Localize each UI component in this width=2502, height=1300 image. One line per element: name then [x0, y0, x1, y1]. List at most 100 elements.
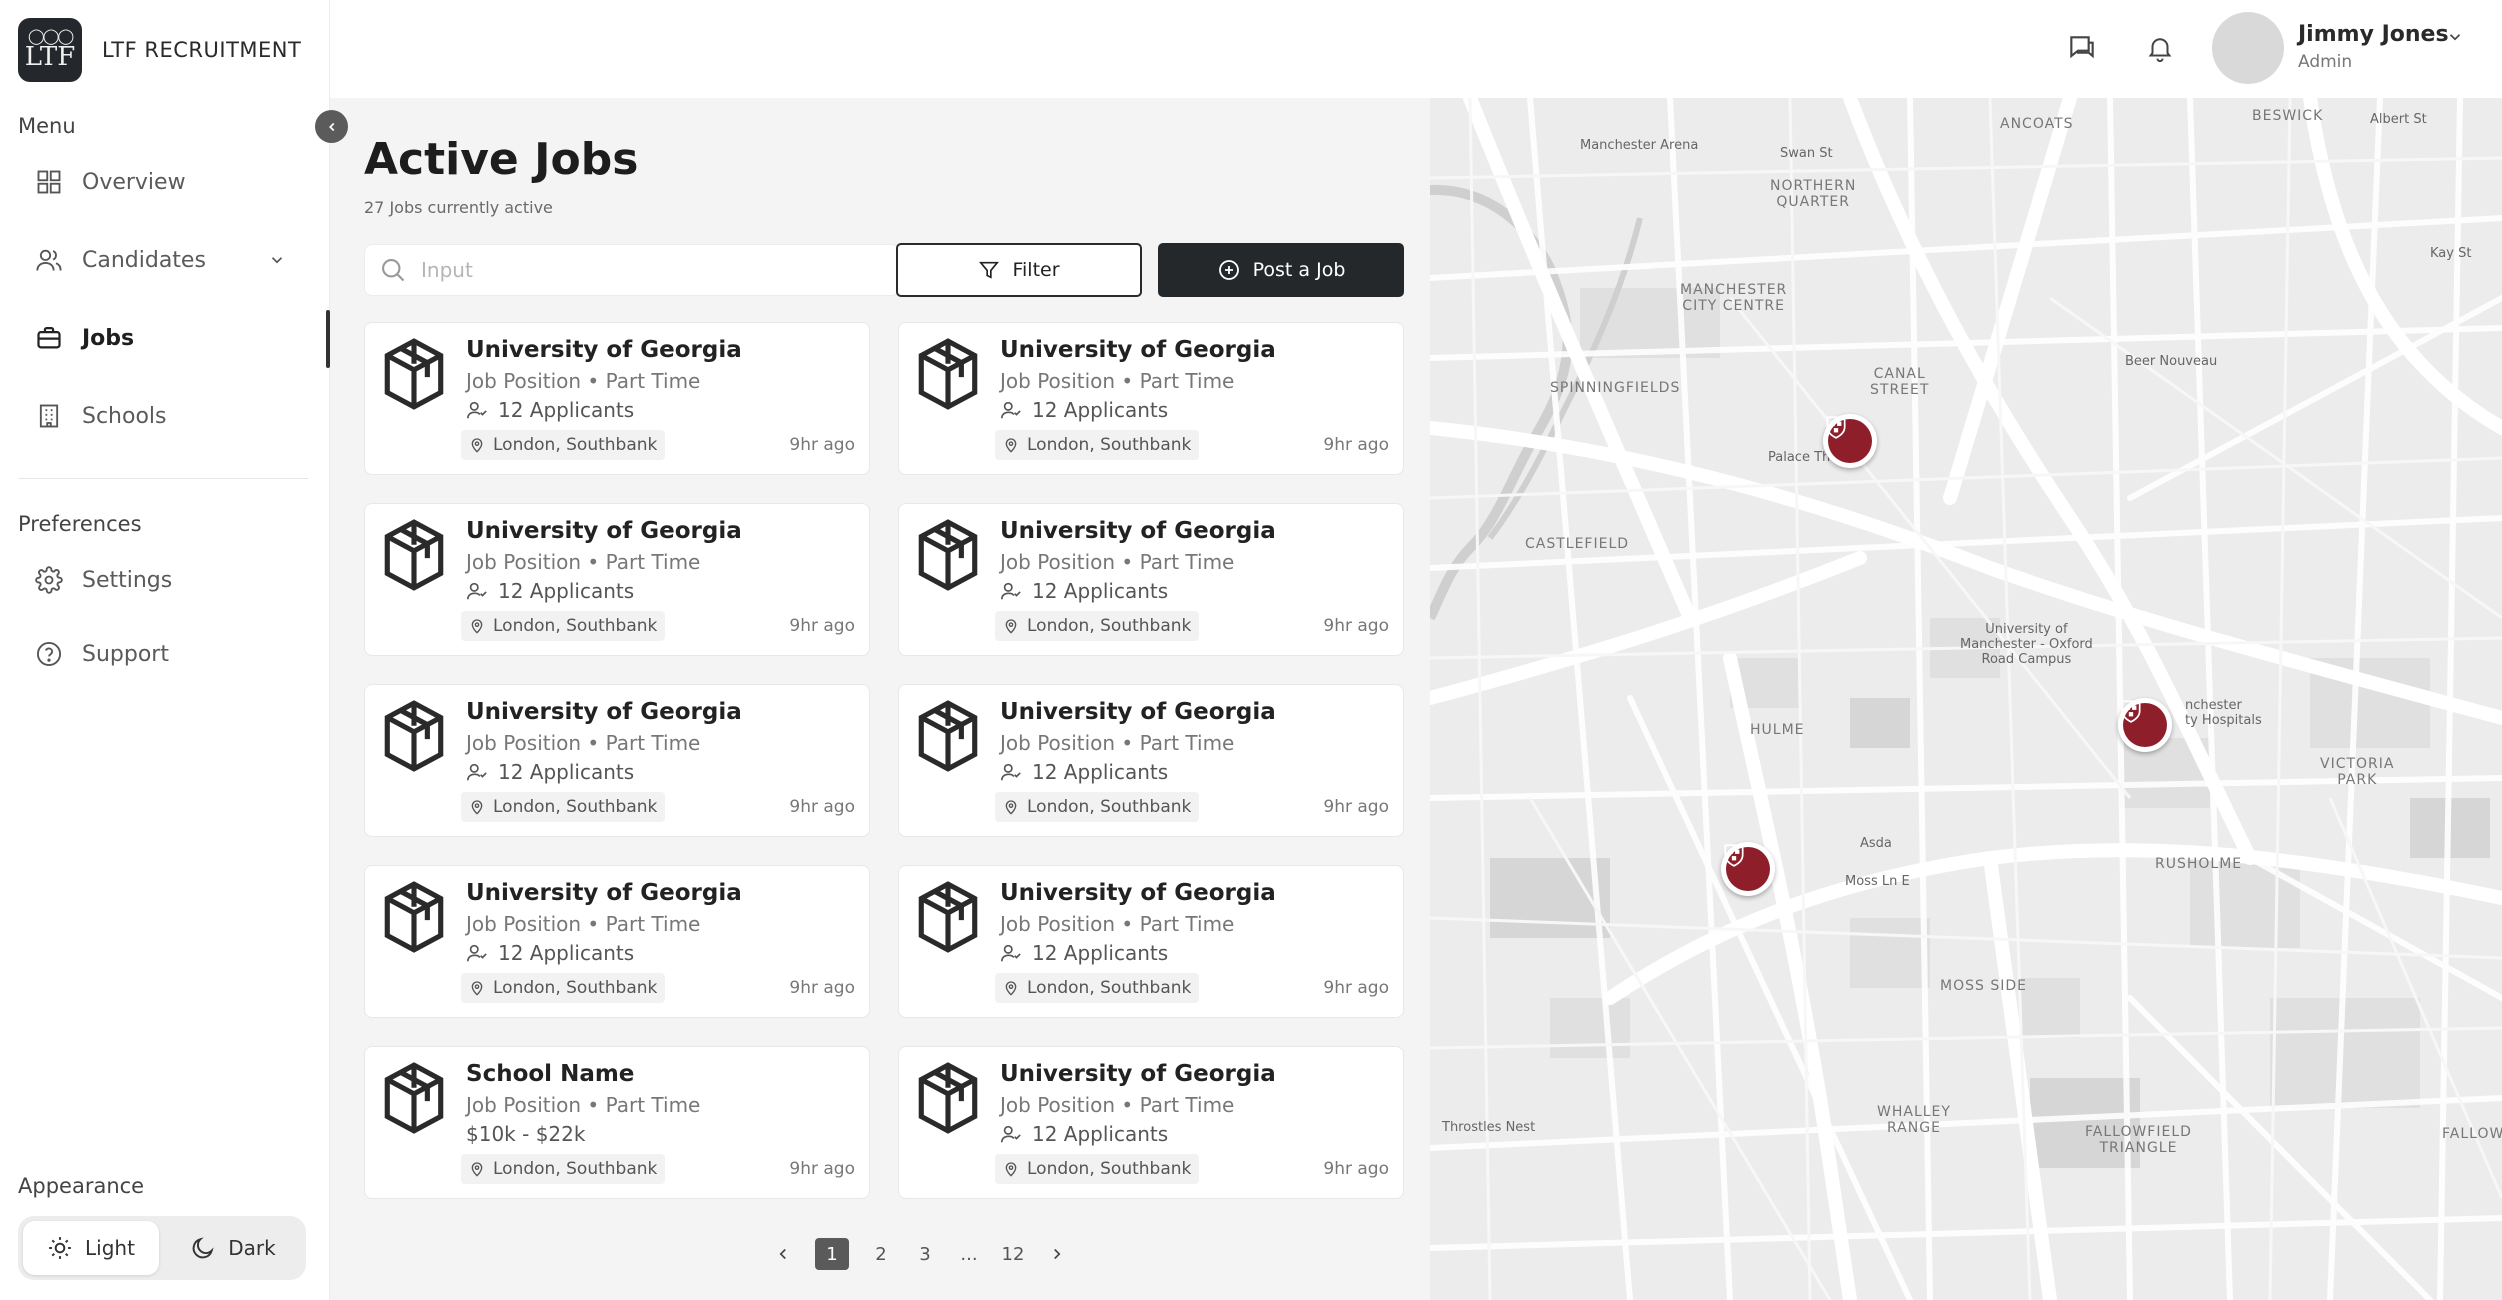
- grid-icon: [34, 167, 64, 197]
- map-label-beswick: BESWICK: [2252, 108, 2324, 124]
- sidebar-item-label: Support: [82, 641, 169, 667]
- briefcase-icon: [34, 323, 64, 353]
- user-check-icon: [467, 944, 487, 962]
- job-card[interactable]: University of Georgia Job Position • Par…: [898, 322, 1404, 475]
- applicants-count: 12 Applicants: [1032, 1122, 1169, 1146]
- light-mode-option[interactable]: Light: [23, 1221, 159, 1275]
- sidebar-divider: [18, 478, 308, 479]
- filter-button[interactable]: Filter: [896, 243, 1142, 297]
- page-button[interactable]: 12: [1001, 1238, 1025, 1270]
- job-posted-time: 9hr ago: [1323, 1159, 1389, 1179]
- map-label-castlefield: CASTLEFIELD: [1525, 536, 1630, 552]
- job-location: London, Southbank: [461, 973, 666, 1003]
- notifications-button[interactable]: [2142, 30, 2178, 66]
- map-label-fallowfield-triangle: FALLOWFIELD TRIANGLE: [2085, 1124, 2192, 1156]
- job-school-name: School Name: [466, 1061, 635, 1087]
- job-card[interactable]: University of Georgia Job Position • Par…: [364, 865, 870, 1018]
- applicants-count: 12 Applicants: [1032, 941, 1169, 965]
- job-school-name: University of Georgia: [1000, 699, 1276, 725]
- search-box: [364, 244, 900, 296]
- sidebar-item-jobs[interactable]: Jobs: [34, 316, 296, 360]
- map-label-fallow: FALLOW: [2442, 1126, 2502, 1142]
- job-posted-time: 9hr ago: [1323, 616, 1389, 636]
- map-school-pin[interactable]: [1823, 414, 1877, 468]
- crest-icon: [1826, 416, 1872, 463]
- job-card[interactable]: University of Georgia Job Position • Par…: [898, 503, 1404, 656]
- post-job-button[interactable]: Post a Job: [1158, 243, 1404, 297]
- page-button[interactable]: 3: [913, 1238, 937, 1270]
- appearance-toggle: Light Dark: [18, 1216, 306, 1280]
- map-pin-icon: [1005, 800, 1017, 815]
- avatar[interactable]: [2212, 12, 2284, 84]
- job-location: London, Southbank: [995, 611, 1200, 641]
- page-subtitle: 27 Jobs currently active: [364, 198, 553, 217]
- job-location: London, Southbank: [461, 430, 666, 460]
- jobs-map[interactable]: BESWICK ANCOATS Manchester Arena Swan St…: [1430, 98, 2502, 1300]
- pagination: 1 2 3 ... 12: [330, 1238, 1430, 1270]
- location-text: London, Southbank: [1027, 435, 1192, 455]
- sidebar-item-candidates[interactable]: Candidates: [34, 238, 296, 282]
- job-card[interactable]: University of Georgia Job Position • Par…: [364, 684, 870, 837]
- chevron-right-icon: [1054, 1248, 1061, 1260]
- light-label: Light: [85, 1236, 135, 1260]
- applicants-count: 12 Applicants: [1032, 579, 1169, 603]
- plus-circle-icon: [1218, 260, 1239, 280]
- map-school-pin[interactable]: [1721, 842, 1775, 896]
- help-circle-icon: [34, 639, 64, 669]
- map-label-whalley-range: WHALLEY RANGE: [1877, 1104, 1951, 1136]
- bell-icon: [2148, 38, 2172, 63]
- prev-page-button[interactable]: [771, 1238, 795, 1270]
- map-label-palace-theatre: Palace Th: [1768, 450, 1831, 465]
- dark-label: Dark: [228, 1236, 276, 1260]
- sidebar-item-label: Candidates: [82, 247, 206, 273]
- job-school-name: University of Georgia: [1000, 880, 1276, 906]
- location-text: London, Southbank: [493, 978, 658, 998]
- page-title: Active Jobs: [364, 134, 639, 185]
- school-logo-icon: [918, 700, 978, 772]
- job-card[interactable]: University of Georgia Job Position • Par…: [364, 503, 870, 656]
- job-location: London, Southbank: [461, 1154, 666, 1184]
- sidebar-item-overview[interactable]: Overview: [34, 160, 296, 204]
- job-posted-time: 9hr ago: [789, 616, 855, 636]
- job-posted-time: 9hr ago: [789, 978, 855, 998]
- map-label-asda: Asda: [1860, 836, 1892, 851]
- search-input[interactable]: [421, 258, 881, 282]
- map-pin-icon: [471, 619, 483, 634]
- sidebar-item-support[interactable]: Support: [34, 632, 296, 676]
- map-label-rusholme: RUSHOLME: [2155, 856, 2243, 872]
- dark-mode-option[interactable]: Dark: [165, 1221, 301, 1275]
- job-location: London, Southbank: [995, 973, 1200, 1003]
- job-card[interactable]: School Name Job Position • Part Time $10…: [364, 1046, 870, 1199]
- job-card[interactable]: University of Georgia Job Position • Par…: [898, 684, 1404, 837]
- school-logo-icon: [918, 338, 978, 410]
- location-text: London, Southbank: [1027, 1159, 1192, 1179]
- sidebar-item-settings[interactable]: Settings: [34, 558, 296, 602]
- chevron-down-icon[interactable]: [2446, 28, 2464, 46]
- page-button[interactable]: 1: [815, 1238, 849, 1270]
- map-school-pin[interactable]: [2118, 698, 2172, 752]
- job-card[interactable]: University of Georgia Job Position • Par…: [898, 865, 1404, 1018]
- brand[interactable]: ◯◯◯ LTF LTF RECRUITMENT: [18, 18, 301, 82]
- job-location: London, Southbank: [461, 792, 666, 822]
- page-button[interactable]: 2: [869, 1238, 893, 1270]
- map-pin-icon: [1005, 438, 1017, 453]
- collapse-sidebar-button[interactable]: [315, 110, 348, 143]
- map-pin-icon: [471, 800, 483, 815]
- job-school-name: University of Georgia: [466, 518, 742, 544]
- chevron-down-icon[interactable]: [268, 251, 286, 269]
- applicants-count: 12 Applicants: [498, 579, 635, 603]
- moon-icon: [192, 1237, 214, 1259]
- messages-button[interactable]: [2064, 30, 2100, 66]
- map-label-throstles-nest: Throstles Nest: [1442, 1120, 1536, 1135]
- user-name[interactable]: Jimmy Jones: [2298, 22, 2449, 47]
- location-text: London, Southbank: [493, 616, 658, 636]
- user-check-icon: [1001, 763, 1021, 781]
- user-check-icon: [1001, 944, 1021, 962]
- job-position: Job Position • Part Time: [1000, 912, 1235, 936]
- job-card[interactable]: University of Georgia Job Position • Par…: [898, 1046, 1404, 1199]
- job-card[interactable]: University of Georgia Job Position • Par…: [364, 322, 870, 475]
- filter-icon: [979, 261, 1000, 279]
- next-page-button[interactable]: [1045, 1238, 1069, 1270]
- user-check-icon: [467, 582, 487, 600]
- sidebar-item-schools[interactable]: Schools: [34, 394, 296, 438]
